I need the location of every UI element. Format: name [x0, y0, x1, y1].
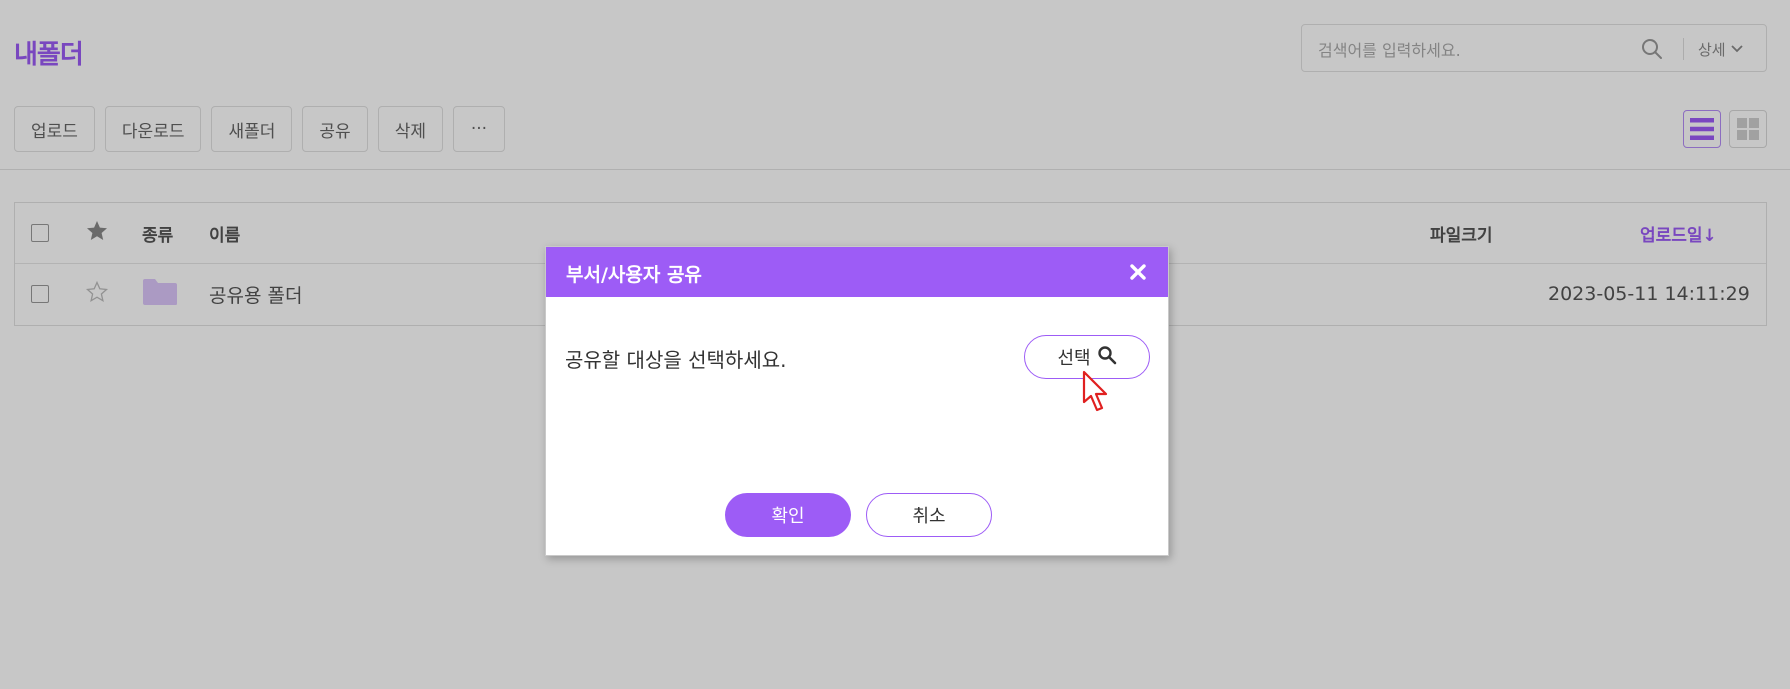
search-icon [1097, 345, 1117, 370]
dialog-prompt: 공유할 대상을 선택하세요. [565, 348, 787, 372]
my-folder-page: 내폴더 상세 업로드 다운로드 새폴더 공유 삭제 ··· [0, 0, 1790, 689]
share-dialog: 부서/사용자 공유 공유할 대상을 선택하세요. 선택 확인 취소 [545, 246, 1169, 556]
cancel-button[interactable]: 취소 [866, 493, 992, 537]
confirm-button[interactable]: 확인 [725, 493, 851, 537]
select-target-label: 선택 [1057, 348, 1091, 369]
close-icon[interactable] [1128, 262, 1148, 282]
dialog-title: 부서/사용자 공유 [566, 264, 702, 286]
mouse-cursor-icon [1080, 369, 1116, 417]
dialog-header: 부서/사용자 공유 [546, 247, 1168, 297]
